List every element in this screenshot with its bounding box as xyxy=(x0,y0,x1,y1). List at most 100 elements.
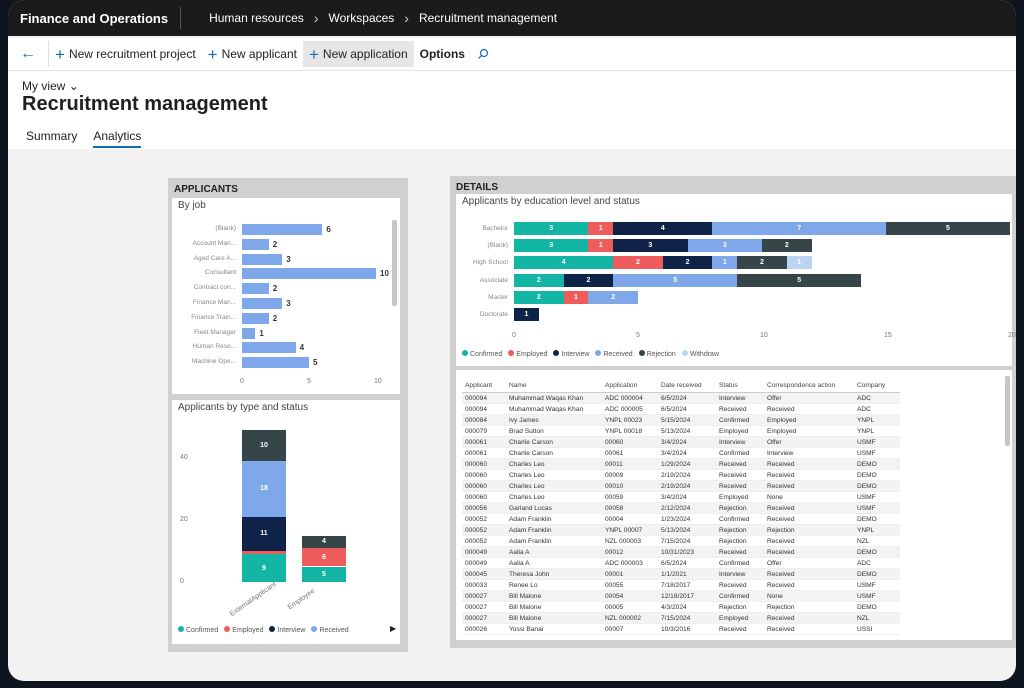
table-cell: 00061 xyxy=(602,447,658,459)
table-cell: None xyxy=(764,491,854,503)
table-row[interactable]: 000027 Bill Malone NZL 000002 7/15/2024 Empl… xyxy=(462,612,900,624)
table-row[interactable]: 000033 Renee Lo 00055 7/18/2017 Received Rece… xyxy=(462,579,900,591)
column-header[interactable]: Company xyxy=(854,378,900,393)
table-row[interactable]: 000045 Theresa John 00001 1/1/2021 Interview… xyxy=(462,568,900,580)
breadcrumb-item-human-resources[interactable]: Human resources xyxy=(209,11,304,25)
tab-summary[interactable]: Summary xyxy=(26,129,77,148)
back-button[interactable]: ← xyxy=(8,41,49,67)
data-label: 3 xyxy=(549,225,554,232)
table-cell: 2/19/2024 xyxy=(658,480,716,492)
table-cell: Bill Malone xyxy=(506,612,602,624)
legend-item[interactable]: Received xyxy=(311,626,349,634)
tab-analytics[interactable]: Analytics xyxy=(93,129,142,148)
applications-grid: Applicant Name Application Date received Sta… xyxy=(456,370,1012,640)
table-cell: 00009 xyxy=(602,469,658,481)
table-row[interactable]: 000049 Aalia A 00012 10/31/2023 Received Rece… xyxy=(462,546,900,558)
table-row[interactable]: 000084 Ivy James YNPL 00023 5/15/2024 Confir… xyxy=(462,414,900,426)
x-tick-label: 0 xyxy=(512,332,516,339)
scrollbar[interactable] xyxy=(1005,376,1010,446)
legend-item[interactable]: Confirmed xyxy=(462,350,502,358)
table-cell: Adam Franklin xyxy=(506,513,602,525)
legend-item[interactable]: Interview xyxy=(553,350,589,358)
table-cell: 10/31/2023 xyxy=(658,546,716,558)
breadcrumb-item-recruitment[interactable]: Recruitment management xyxy=(419,11,557,25)
legend-label: Rejection xyxy=(646,351,676,358)
data-label: 4 xyxy=(299,343,305,353)
table-cell: USMF xyxy=(854,590,900,602)
legend-item[interactable]: Withdraw xyxy=(681,350,719,358)
new-applicant-button[interactable]: + New applicant xyxy=(202,41,303,67)
scrollbar[interactable] xyxy=(392,220,397,306)
column-header[interactable]: Correspondence action xyxy=(764,378,854,393)
bar-segment: 2 xyxy=(762,239,812,253)
bar-segment: 2 xyxy=(737,256,787,270)
table-row[interactable]: 000027 Bill Malone 00054 12/18/2017 Confirme… xyxy=(462,590,900,602)
table-cell: Interview xyxy=(716,436,764,448)
table-cell: 000061 xyxy=(462,436,506,448)
data-label: 11 xyxy=(260,530,268,538)
table-row[interactable]: 000026 Yossi Banai 00007 10/3/2016 Received R… xyxy=(462,623,900,635)
table-cell: 1/23/2024 xyxy=(658,513,716,525)
table-row[interactable]: 000094 Muhammad Waqas Khan ADC 000004 6/5/2… xyxy=(462,392,900,404)
bar-segment: 6 xyxy=(302,547,346,567)
table-cell: DEMO xyxy=(854,601,900,613)
table-cell: 000027 xyxy=(462,612,506,624)
table-row[interactable]: 000052 Adam Franklin NZL 000003 7/15/2024 Re… xyxy=(462,535,900,547)
data-label: 10 xyxy=(260,442,268,450)
table-cell: 00055 xyxy=(602,579,658,591)
table-cell: Rejection xyxy=(764,524,854,536)
table-row[interactable]: 000056 Garland Lucas 00058 2/12/2024 Rejecti… xyxy=(462,502,900,514)
legend-item[interactable]: Confirmed xyxy=(178,626,218,634)
button-label: Options xyxy=(419,47,465,61)
table-cell: USMF xyxy=(854,491,900,503)
legend-item[interactable]: Received xyxy=(595,350,633,358)
table-row[interactable]: 000094 Muhammad Waqas Khan ADC 000005 6/5/2… xyxy=(462,403,900,415)
column-header[interactable]: Status xyxy=(716,378,764,393)
bar-segment: 5 xyxy=(737,273,862,287)
options-menu-button[interactable]: Options xyxy=(414,41,471,67)
x-tick-label: 5 xyxy=(636,332,640,339)
table-cell: Received xyxy=(764,458,854,470)
legend-label: Received xyxy=(319,627,349,634)
data-label: 18 xyxy=(260,485,268,493)
bar-segment: 1 xyxy=(588,222,614,235)
table-row[interactable]: 000079 Brad Sutton YNPL 00018 5/13/2024 Empl… xyxy=(462,425,900,437)
table-row[interactable]: 000060 Charles Leo 00009 2/19/2024 Received R… xyxy=(462,469,900,481)
table-row[interactable]: 000061 Charlie Carson 00061 3/4/2024 Confirm… xyxy=(462,447,900,459)
table-cell: 000049 xyxy=(462,557,506,569)
table-cell: Rejection xyxy=(716,601,764,613)
table-cell: Received xyxy=(764,480,854,492)
new-recruitment-project-button[interactable]: + New recruitment project xyxy=(49,41,202,67)
column-header[interactable]: Applicant xyxy=(462,378,506,393)
app-title[interactable]: Finance and Operations xyxy=(8,7,182,29)
data-label: 2 xyxy=(272,239,278,249)
table-cell: 6/5/2024 xyxy=(658,392,716,404)
table-row[interactable]: 000027 Bill Malone 00005 4/3/2024 Rejection R… xyxy=(462,601,900,613)
table-row[interactable]: 000052 Adam Franklin YNPL 00007 5/13/2024 Re… xyxy=(462,524,900,536)
legend-next-arrow-icon[interactable]: ▶ xyxy=(390,624,396,633)
table-row[interactable]: 000049 Aalia A ADC 000003 6/5/2024 Confirmed… xyxy=(462,557,900,569)
my-view-dropdown[interactable]: My view ⌄ xyxy=(22,79,79,93)
legend-item[interactable]: Employed xyxy=(224,626,263,634)
table-cell: 000052 xyxy=(462,535,506,547)
table-row[interactable]: 000060 Charles Leo 00011 1/29/2024 Received R… xyxy=(462,458,900,470)
legend-item[interactable]: Interview xyxy=(269,626,305,634)
table-cell: 000052 xyxy=(462,524,506,536)
search-button[interactable] xyxy=(471,41,495,67)
new-application-button[interactable]: + New application xyxy=(302,41,414,67)
table-row[interactable]: 000060 Charles Leo 00059 3/4/2024 Employed No… xyxy=(462,491,900,503)
column-header[interactable]: Name xyxy=(506,378,602,393)
column-header[interactable]: Application xyxy=(602,378,658,393)
table-cell: YNPL xyxy=(854,414,900,426)
legend-item[interactable]: Rejection xyxy=(638,350,676,358)
button-label: New application xyxy=(322,47,408,61)
table-cell: USMF xyxy=(854,436,900,448)
table-row[interactable]: 000052 Adam Franklin 00004 1/23/2024 Confirm… xyxy=(462,513,900,525)
table-row[interactable]: 000060 Charles Leo 00010 2/19/2024 Received R… xyxy=(462,480,900,492)
legend-item[interactable]: Employed xyxy=(508,350,547,358)
breadcrumb-item-workspaces[interactable]: Workspaces xyxy=(328,11,394,25)
table-row[interactable]: 000061 Charlie Carson 00060 3/4/2024 Intervi… xyxy=(462,436,900,448)
bar-segment: 3 xyxy=(613,239,688,253)
column-header[interactable]: Date received xyxy=(658,378,716,393)
table-cell: Muhammad Waqas Khan xyxy=(506,392,602,404)
